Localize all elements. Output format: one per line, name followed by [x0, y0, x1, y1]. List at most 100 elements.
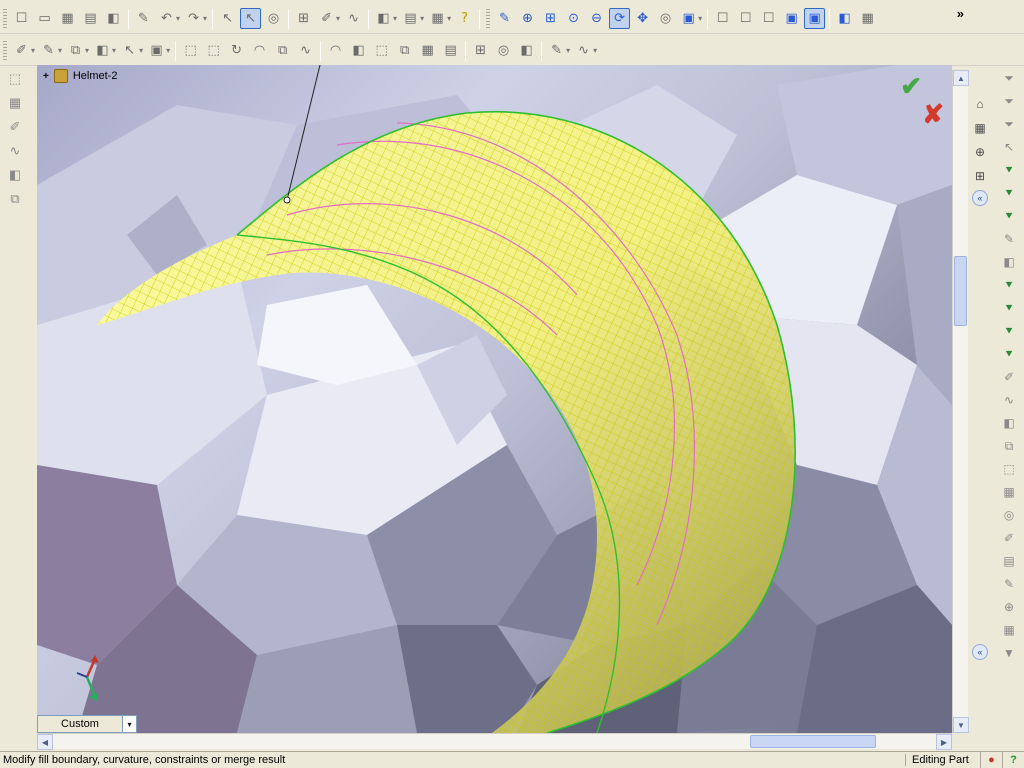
measure-icon[interactable]: ∿ — [343, 8, 364, 29]
filter-sketch-icon[interactable]: ✎ — [998, 228, 1020, 250]
reference-axis-caret[interactable]: ▾ — [112, 46, 116, 55]
mirror-icon[interactable]: ◧ — [516, 40, 537, 61]
filter-points-icon[interactable]: ⯆ — [998, 274, 1020, 296]
cut-icon[interactable]: ✎ — [133, 8, 154, 29]
layer-icon[interactable]: ▣ — [146, 40, 167, 61]
part-caret[interactable]: ▾ — [393, 14, 397, 23]
filter-edges-icon[interactable]: ⏷ — [998, 90, 1020, 112]
options-icon[interactable]: ▤ — [400, 8, 421, 29]
collapse-panel-icon[interactable]: « — [972, 644, 988, 660]
coordinate-system-caret[interactable]: ▾ — [139, 46, 143, 55]
redo-dropdown-caret[interactable]: ▾ — [203, 14, 207, 23]
vertical-scrollbar[interactable]: ▲ ▼ — [952, 70, 969, 733]
filter-blocks-icon[interactable]: ⬚ — [998, 458, 1020, 480]
view-orientation-value[interactable]: Custom — [38, 716, 122, 732]
shaded-icon[interactable]: ▣ — [804, 8, 826, 29]
cancel-x-icon[interactable]: ✘ — [922, 99, 944, 130]
feature-tree-root[interactable]: + Helmet-2 — [43, 69, 117, 83]
part-name-label[interactable]: Helmet-2 — [73, 70, 118, 82]
filter-hole-icon[interactable]: ⊕ — [998, 596, 1020, 618]
callout-handle[interactable] — [283, 196, 291, 204]
filter-dimensions-icon[interactable]: ⯆ — [998, 297, 1020, 319]
grid-icon[interactable]: ⊞ — [293, 8, 314, 29]
scroll-down-arrow-icon[interactable]: ▼ — [953, 717, 969, 733]
draft-icon[interactable]: ⧉ — [394, 40, 415, 61]
help-icon[interactable]: ? — [454, 8, 475, 29]
scroll-right-arrow-icon[interactable]: ▶ — [936, 734, 952, 750]
smart-dimension-caret[interactable]: ▾ — [58, 46, 62, 55]
vertical-scroll-thumb[interactable] — [954, 256, 967, 326]
camera-icon[interactable]: ◎ — [655, 8, 676, 29]
undo-dropdown-caret[interactable]: ▾ — [176, 14, 180, 23]
toolbar-grip[interactable] — [486, 8, 491, 29]
view-orientation-icon[interactable]: ✎ — [494, 8, 515, 29]
curves-icon[interactable]: ✎ — [546, 40, 567, 61]
sweep-icon[interactable]: ◠ — [249, 40, 270, 61]
sketch-options-caret[interactable]: ▾ — [336, 14, 340, 23]
design-library-icon[interactable]: ▦ — [970, 118, 990, 138]
filter-surface-icon[interactable]: ◧ — [998, 251, 1020, 273]
revolve-icon[interactable]: ↻ — [226, 40, 247, 61]
shell-icon[interactable]: ⬚ — [371, 40, 392, 61]
feature-manager-icon[interactable]: ⬚ — [4, 68, 26, 90]
filter-vertices-icon[interactable]: ⯆ — [998, 159, 1020, 181]
toolbar-overflow-chevron[interactable]: » — [957, 6, 964, 21]
sketch-caret[interactable]: ▾ — [31, 46, 35, 55]
surface-icon[interactable]: ∿ — [573, 40, 594, 61]
sketch-icon[interactable]: ✐ — [11, 40, 32, 61]
help-question-icon[interactable]: ? — [1002, 752, 1024, 768]
filter-icon[interactable]: ⏷ — [998, 67, 1020, 89]
mold-tools-icon[interactable]: ⧉ — [4, 188, 26, 210]
curves-caret[interactable]: ▾ — [566, 46, 570, 55]
wrap-icon[interactable]: ▤ — [440, 40, 461, 61]
wireframe-icon[interactable]: ☐ — [712, 8, 733, 29]
sketch-options-icon[interactable]: ✐ — [316, 8, 337, 29]
chevron-down-icon[interactable]: ▾ — [122, 716, 136, 732]
filter-cosmetic-icon[interactable]: ⧉ — [998, 435, 1020, 457]
file-explorer-icon[interactable]: ⊕ — [970, 142, 990, 162]
reference-plane-caret[interactable]: ▾ — [85, 46, 89, 55]
horizontal-scroll-thumb[interactable] — [750, 735, 876, 748]
zoom-to-fit-icon[interactable]: ⊕ — [517, 8, 538, 29]
surface-tools-icon[interactable]: ◧ — [4, 164, 26, 186]
view-cube-icon[interactable]: ▣ — [678, 8, 699, 29]
table-caret[interactable]: ▾ — [447, 14, 451, 23]
filter-tables-icon[interactable]: ▦ — [998, 481, 1020, 503]
filter-faces-icon[interactable]: ⏷ — [998, 113, 1020, 135]
rib-icon[interactable]: ▦ — [417, 40, 438, 61]
filter-weld-icon[interactable]: ∿ — [998, 389, 1020, 411]
filter-expand-icon[interactable]: ▼ — [998, 642, 1020, 664]
collapse-task-pane-icon[interactable]: « — [972, 190, 988, 206]
filter-planes-icon[interactable]: ⯆ — [998, 182, 1020, 204]
select-other-icon[interactable]: ↖ — [240, 8, 262, 29]
open-document-icon[interactable]: ▭ — [34, 8, 55, 29]
surface-caret[interactable]: ▾ — [593, 46, 597, 55]
toolbar-grip[interactable] — [3, 40, 7, 61]
options-caret[interactable]: ▾ — [420, 14, 424, 23]
redo-icon[interactable]: ↷ — [183, 8, 204, 29]
rebuild-status-icon[interactable]: ● — [980, 752, 1002, 768]
extruded-cut-icon[interactable]: ⬚ — [203, 40, 224, 61]
filter-balloons-icon[interactable]: ◎ — [998, 504, 1020, 526]
chamfer-icon[interactable]: ◧ — [348, 40, 369, 61]
filter-datum-icon[interactable]: ◧ — [998, 412, 1020, 434]
filter-axes-icon[interactable]: ⯆ — [998, 205, 1020, 227]
curvature-icon[interactable]: ▦ — [857, 8, 878, 29]
part-icon[interactable]: ◧ — [373, 8, 394, 29]
3d-model-view[interactable] — [37, 65, 952, 733]
view-palette-icon[interactable]: ⊞ — [970, 166, 990, 186]
select-icon[interactable]: ↖ — [217, 8, 238, 29]
filter-more-icon[interactable]: ▦ — [998, 619, 1020, 641]
coordinate-system-icon[interactable]: ↖ — [119, 40, 140, 61]
extruded-boss-icon[interactable]: ⬚ — [180, 40, 201, 61]
layer-caret[interactable]: ▾ — [166, 46, 170, 55]
resources-home-icon[interactable]: ⌂ — [970, 94, 990, 114]
new-document-icon[interactable]: ☐ — [11, 8, 32, 29]
sketch-tools-icon[interactable]: ✐ — [4, 116, 26, 138]
print-preview-icon[interactable]: ◧ — [103, 8, 124, 29]
section-view-icon[interactable]: ◧ — [834, 8, 855, 29]
filter-notes-icon[interactable]: ✐ — [998, 366, 1020, 388]
scroll-up-arrow-icon[interactable]: ▲ — [953, 70, 969, 86]
graphics-area[interactable]: + Helmet-2 ✔ ✘ Custom ▾ — [37, 65, 952, 733]
boundary-icon[interactable]: ∿ — [295, 40, 316, 61]
